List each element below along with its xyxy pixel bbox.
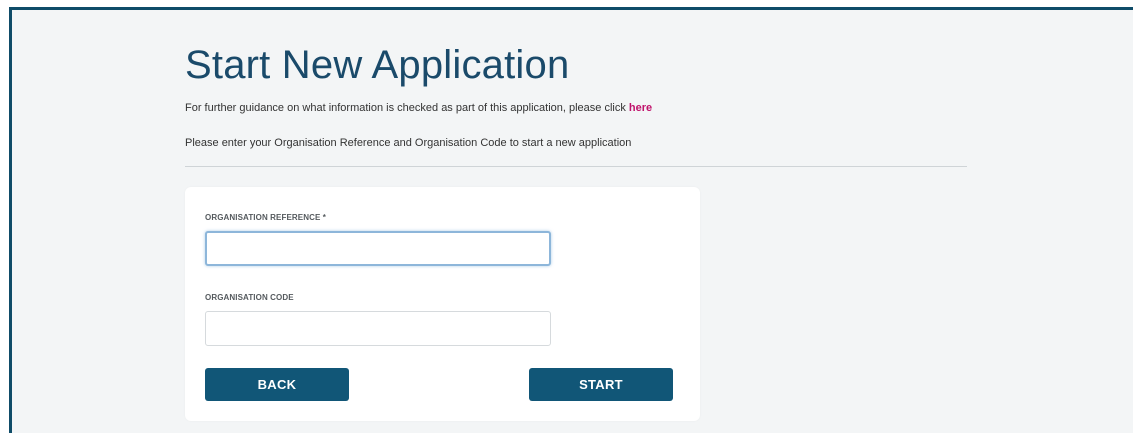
guidance-text-label: For further guidance on what information… xyxy=(185,102,629,114)
page-title: Start New Application xyxy=(185,43,570,87)
organisation-reference-label: ORGANISATION REFERENCE * xyxy=(205,213,326,222)
organisation-code-label: ORGANISATION CODE xyxy=(205,293,294,302)
organisation-reference-input[interactable] xyxy=(205,231,551,266)
organisation-code-input[interactable] xyxy=(205,311,551,346)
section-divider xyxy=(185,166,967,167)
guidance-text: For further guidance on what information… xyxy=(185,102,652,114)
app-frame: Start New Application For further guidan… xyxy=(9,7,1133,433)
back-button[interactable]: BACK xyxy=(205,368,349,401)
start-button[interactable]: START xyxy=(529,368,673,401)
application-form-card: ORGANISATION REFERENCE * ORGANISATION CO… xyxy=(185,187,700,421)
guidance-link[interactable]: here xyxy=(629,102,652,114)
instruction-text: Please enter your Organisation Reference… xyxy=(185,137,632,149)
